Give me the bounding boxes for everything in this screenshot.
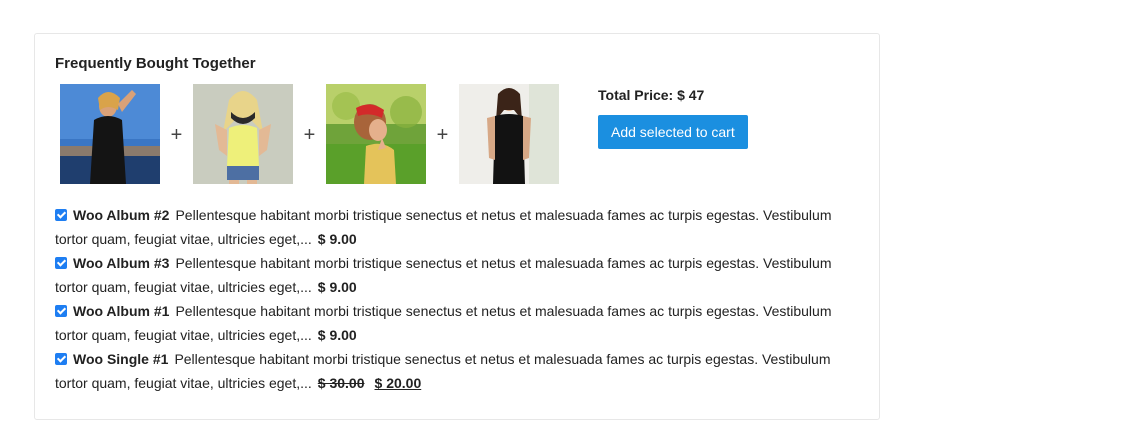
product-image-3[interactable] [326, 84, 426, 184]
product-checkbox[interactable] [55, 353, 67, 365]
product-description: Pellentesque habitant morbi tristique se… [55, 303, 832, 343]
list-item: Woo Album #2 Pellentesque habitant morbi … [55, 203, 855, 251]
product-checkbox[interactable] [55, 257, 67, 269]
plus-separator: + [303, 124, 316, 146]
product-regular-price: $ 30.00 [317, 375, 365, 391]
product-image-4[interactable] [459, 84, 559, 184]
product-name[interactable]: Woo Album #1 [73, 303, 169, 319]
list-item: Woo Album #1 Pellentesque habitant morbi … [55, 299, 855, 347]
product-images-row: + + + [60, 84, 559, 184]
product-price: $ 9.00 [317, 231, 357, 247]
product-price: $ 9.00 [317, 327, 357, 343]
product-description: Pellentesque habitant morbi tristique se… [55, 255, 832, 295]
product-description: Pellentesque habitant morbi tristique se… [55, 351, 831, 391]
product-image-2[interactable] [193, 84, 293, 184]
product-image-1[interactable] [60, 84, 160, 184]
product-name[interactable]: Woo Album #3 [73, 255, 169, 271]
section-title: Frequently Bought Together [55, 55, 256, 72]
product-sale-price: $ 20.00 [374, 375, 422, 391]
product-checkbox[interactable] [55, 305, 67, 317]
product-name[interactable]: Woo Album #2 [73, 207, 169, 223]
add-selected-to-cart-button[interactable]: Add selected to cart [598, 115, 748, 149]
total-price: Total Price: $ 47 [598, 87, 705, 103]
product-list: Woo Album #2 Pellentesque habitant morbi … [55, 203, 855, 395]
total-price-box: Total Price: $ 47 Add selected to cart [598, 87, 748, 149]
product-description: Pellentesque habitant morbi tristique se… [55, 207, 832, 247]
product-checkbox[interactable] [55, 209, 67, 221]
list-item: Woo Single #1 Pellentesque habitant morbi… [55, 347, 855, 395]
plus-separator: + [436, 124, 449, 146]
product-name[interactable]: Woo Single #1 [73, 351, 168, 367]
frequently-bought-together-panel: Frequently Bought Together + + + Total P… [34, 33, 880, 420]
list-item: Woo Album #3 Pellentesque habitant morbi … [55, 251, 855, 299]
plus-separator: + [170, 124, 183, 146]
product-price: $ 9.00 [317, 279, 357, 295]
